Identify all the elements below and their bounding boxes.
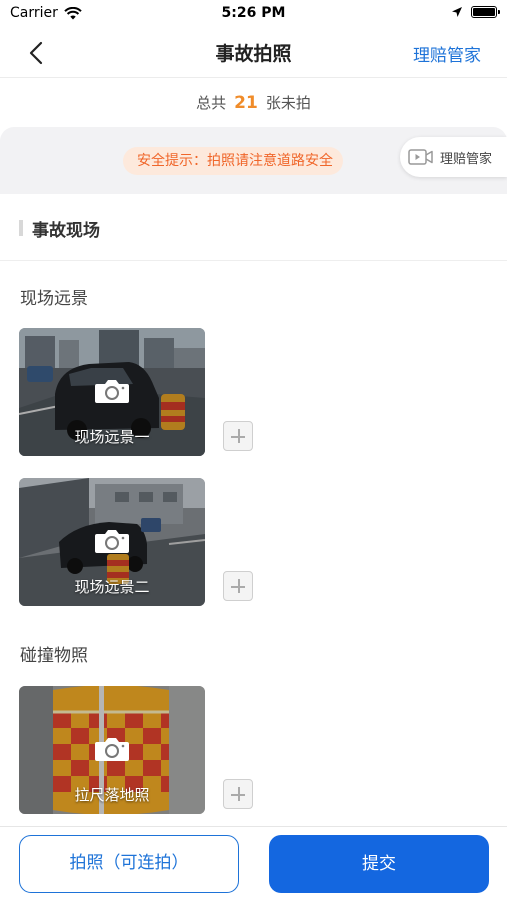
submit-button[interactable]: 提交 xyxy=(269,835,489,893)
photo-slot-distant-view-1[interactable]: 现场远景一 xyxy=(19,328,205,456)
add-photo-button[interactable] xyxy=(223,421,253,451)
photo-label: 现场远景二 xyxy=(74,578,150,596)
claims-butler-chip-label: 理赔管家 xyxy=(440,151,493,167)
camera-icon xyxy=(95,380,129,403)
count-value: 21 xyxy=(234,93,258,113)
add-photo-button[interactable] xyxy=(223,779,253,809)
location-arrow-icon xyxy=(452,7,462,17)
untaken-count: 总共 21 张未拍 xyxy=(0,79,507,127)
bottom-action-bar: 拍照（可连拍） 提交 xyxy=(0,826,507,900)
count-suffix: 张未拍 xyxy=(265,94,311,112)
count-prefix: 总共 xyxy=(196,94,227,112)
photo-label: 拉尺落地照 xyxy=(74,786,150,804)
battery-icon xyxy=(471,6,500,18)
video-play-icon xyxy=(408,149,433,165)
claims-butler-chip[interactable]: 理赔管家 xyxy=(400,137,507,177)
photo-slot-ruler-ground[interactable]: 拉尺落地照 xyxy=(19,686,205,814)
status-time: 5:26 PM xyxy=(221,5,286,21)
status-bar: Carrier 5:26 PM xyxy=(0,0,507,28)
status-right xyxy=(451,6,500,18)
camera-icon xyxy=(95,738,129,761)
accident-photo-page: Carrier 5:26 PM 事故拍照 理赔管家 总共 21 张未拍 安全提示：拍… xyxy=(0,0,507,900)
photo-slot-distant-view-2[interactable]: 现场远景二 xyxy=(19,478,205,606)
continuous-shoot-button[interactable]: 拍照（可连拍） xyxy=(19,835,239,893)
camera-icon xyxy=(95,530,129,553)
section-title: 事故现场 xyxy=(32,221,100,241)
back-chevron-icon[interactable] xyxy=(24,40,50,66)
section-header: 事故现场 xyxy=(0,194,507,261)
add-photo-button[interactable] xyxy=(223,571,253,601)
claims-butler-link[interactable]: 理赔管家 xyxy=(413,41,481,66)
group-title-collision-object: 碰撞物照 xyxy=(20,646,88,666)
group-title-distant-view: 现场远景 xyxy=(20,289,88,309)
photo-label: 现场远景一 xyxy=(74,428,150,446)
nav-bar: 事故拍照 理赔管家 xyxy=(0,28,507,78)
safety-tip-badge: 安全提示：拍照请注意道路安全 xyxy=(123,147,343,175)
section-marker xyxy=(19,220,23,236)
tip-band: 安全提示：拍照请注意道路安全 理赔管家 xyxy=(0,127,507,194)
